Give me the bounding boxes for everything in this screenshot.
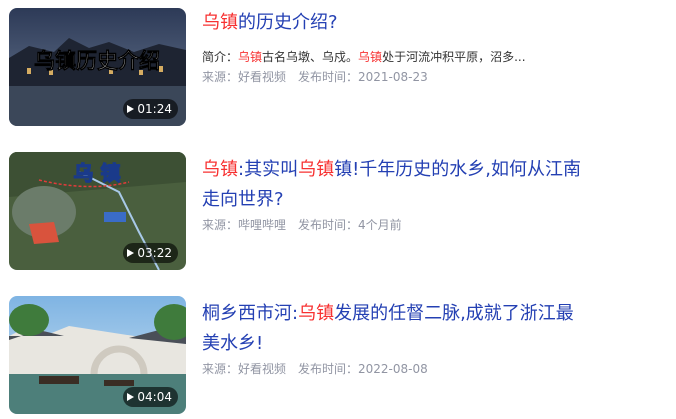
publish-time: 发布时间：4个月前 [298,218,402,232]
duration-badge: 03:22 [123,243,178,263]
result-meta: 来源：哔哩哔哩 发布时间：4个月前 [202,216,402,233]
text-segment: :其实叫 [238,159,299,180]
result-meta: 来源：好看视频 发布时间：2021-08-23 [202,68,428,85]
publish-time: 发布时间：2021-08-23 [298,70,428,84]
result-description: 简介：乌镇古名乌墩、乌戍。乌镇处于河流冲积平原，沼多... [202,48,526,65]
result-item-1[interactable]: 乌镇历史介绍 01:24 乌镇的历史介绍? 简介：乌镇古名乌墩、乌戍。乌镇处于河… [0,8,676,128]
duration-badge: 01:24 [123,99,178,119]
source-label: 来源：好看视频 [202,70,287,84]
play-icon [127,393,135,401]
text-segment: 古名乌墩、乌戍。 [262,50,359,64]
highlight-keyword: 乌镇 [298,303,335,324]
text-segment: 桐乡西市河: [202,303,299,324]
result-title[interactable]: 桐乡西市河:乌镇发展的任督二脉,成就了浙江最美水乡! [202,299,582,359]
publish-time: 发布时间：2022-08-08 [298,362,428,376]
play-icon [127,249,135,257]
text-segment: 处于河流冲积平原，沼多... [382,50,526,64]
highlight-keyword: 乌镇 [358,50,383,64]
result-item-2[interactable]: 乌 镇 03:22 乌镇:其实叫乌镇镇!千年历史的水乡,如何从江南走向世界? 来… [0,152,676,272]
result-title[interactable]: 乌镇的历史介绍? [202,8,582,38]
text-segment: 的历史介绍? [238,12,338,33]
thumbnail-caption: 乌 镇 [74,161,121,185]
duration-text: 03:22 [137,246,172,260]
result-meta: 来源：好看视频 发布时间：2022-08-08 [202,360,428,377]
thumbnail-caption: 乌镇历史介绍 [34,49,160,73]
result-item-3[interactable]: 04:04 桐乡西市河:乌镇发展的任督二脉,成就了浙江最美水乡! 来源：好看视频… [0,296,676,416]
source-label: 来源：好看视频 [202,362,287,376]
result-title[interactable]: 乌镇:其实叫乌镇镇!千年历史的水乡,如何从江南走向世界? [202,155,582,215]
duration-text: 01:24 [137,102,172,116]
text-segment: 简介： [202,50,239,64]
video-thumbnail[interactable]: 乌镇历史介绍 01:24 [9,8,186,126]
video-thumbnail[interactable]: 04:04 [9,296,186,414]
highlight-keyword: 乌镇 [202,12,238,33]
play-icon [127,105,135,113]
source-label: 来源：哔哩哔哩 [202,218,287,232]
video-thumbnail[interactable]: 乌 镇 03:22 [9,152,186,270]
duration-badge: 04:04 [123,387,178,407]
highlight-keyword: 乌镇 [238,50,263,64]
highlight-keyword: 乌镇 [202,159,238,180]
highlight-keyword: 乌镇 [298,159,335,180]
duration-text: 04:04 [137,390,172,404]
